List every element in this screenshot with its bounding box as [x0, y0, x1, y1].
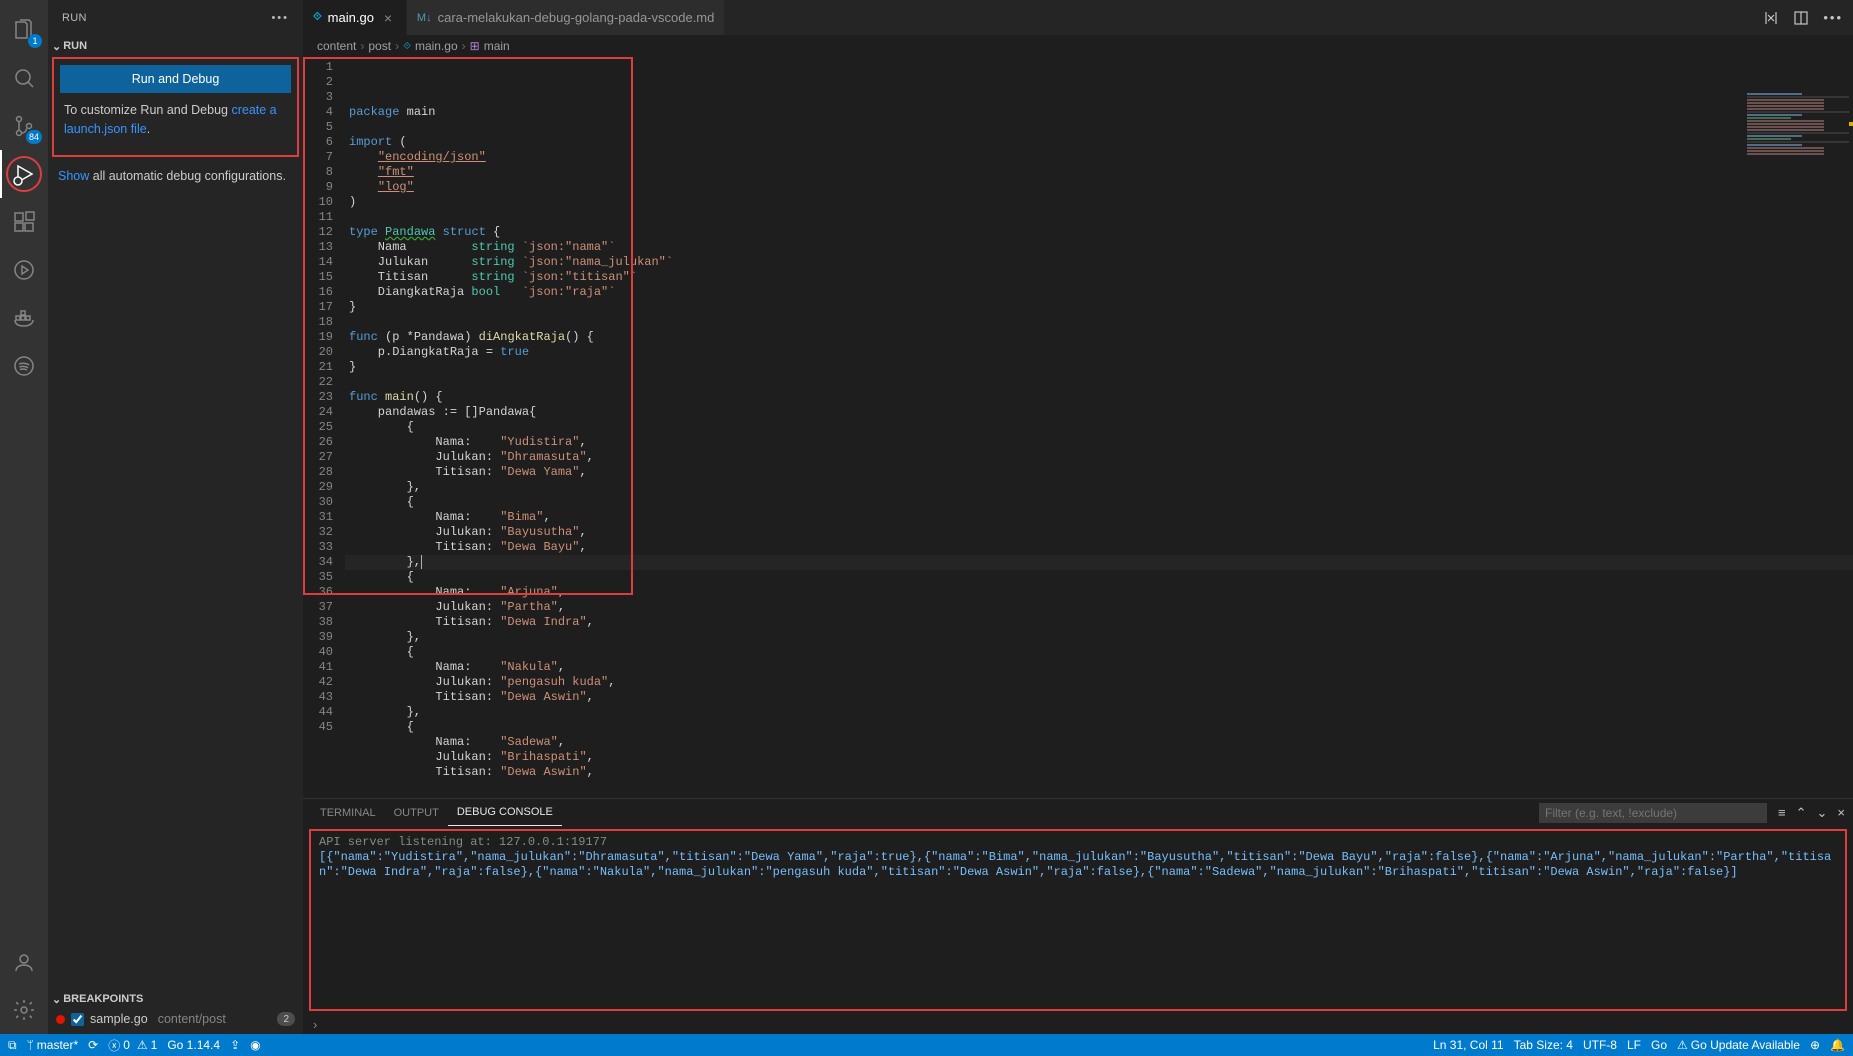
error-count: 0 — [123, 1038, 130, 1052]
bottom-panel: TERMINAL OUTPUT DEBUG CONSOLE ≡ ⌃ ⌄ × AP… — [303, 798, 1853, 1034]
tab-label: main.go — [328, 10, 374, 25]
remote-indicator[interactable]: ⧉ — [8, 1038, 17, 1053]
explorer-icon[interactable]: 1 — [0, 6, 48, 54]
close-icon[interactable]: × — [380, 10, 396, 26]
tab-markdown[interactable]: M↓ cara-melakukan-debug-golang-pada-vsco… — [407, 0, 725, 35]
breakpoint-count-badge: 2 — [277, 1012, 295, 1026]
debug-input-chevron[interactable]: › — [303, 1014, 1853, 1034]
scm-badge: 84 — [26, 130, 42, 144]
breadcrumb[interactable]: content› post› ⟐ main.go› ⊞ main — [303, 35, 1853, 57]
breakpoint-file: sample.go — [90, 1012, 148, 1026]
live-share-icon[interactable]: ⇪ — [230, 1038, 240, 1052]
breakpoint-path: content/post — [158, 1012, 226, 1026]
warning-icon: ⚠ — [1677, 1038, 1688, 1052]
breakpoint-checkbox[interactable] — [71, 1013, 84, 1026]
panel-filter-input[interactable] — [1538, 802, 1768, 824]
panel-tabs: TERMINAL OUTPUT DEBUG CONSOLE ≡ ⌃ ⌄ × — [303, 799, 1853, 826]
chevron-down-icon: ⌄ — [52, 993, 61, 1006]
feedback-icon[interactable]: ⊕ — [1810, 1038, 1820, 1052]
warning-icon: ⚠ — [137, 1038, 148, 1052]
branch-label: master* — [37, 1038, 78, 1052]
highlight-circle — [6, 156, 42, 192]
line-gutter: 1234567891011121314151617181920212223242… — [303, 57, 345, 798]
extensions-icon[interactable] — [0, 198, 48, 246]
go-version[interactable]: Go 1.14.4 — [167, 1038, 220, 1052]
customize-pre: To customize Run and Debug — [64, 103, 231, 117]
error-icon: ⓧ — [108, 1037, 120, 1054]
show-post: all automatic debug configurations. — [89, 169, 286, 183]
run-debug-icon[interactable] — [0, 150, 48, 198]
debug-server-line: API server listening at: 127.0.0.1:19177 — [319, 835, 1837, 850]
language-mode[interactable]: Go — [1651, 1038, 1667, 1052]
breadcrumb-item[interactable]: main — [484, 39, 510, 53]
breadcrumb-item[interactable]: content — [317, 39, 356, 53]
compare-icon[interactable] — [1763, 10, 1779, 26]
tab-terminal[interactable]: TERMINAL — [311, 799, 385, 826]
breakpoint-dot-icon — [56, 1015, 65, 1024]
notifications-icon[interactable]: 🔔 — [1830, 1038, 1845, 1052]
tab-debug-console[interactable]: DEBUG CONSOLE — [448, 799, 562, 826]
highlight-box-run: Run and Debug To customize Run and Debug… — [52, 57, 299, 157]
code-content[interactable]: package main import ( "encoding/json" "f… — [345, 57, 1853, 798]
breakpoints-section-label: BREAKPOINTS — [63, 993, 143, 1005]
go-update-label: Go Update Available — [1691, 1038, 1800, 1052]
sidebar-title: RUN ••• — [48, 0, 303, 35]
editor-body[interactable]: 1234567891011121314151617181920212223242… — [303, 57, 1853, 798]
run-section-header[interactable]: ⌄ RUN — [48, 35, 303, 57]
run-and-debug-button[interactable]: Run and Debug — [60, 65, 291, 93]
word-wrap-icon[interactable]: ≡ — [1778, 805, 1786, 820]
tab-size[interactable]: Tab Size: 4 — [1514, 1038, 1573, 1052]
spotify-icon[interactable] — [0, 342, 48, 390]
markdown-file-icon: M↓ — [417, 12, 432, 24]
broadcast-icon[interactable]: ◉ — [250, 1038, 260, 1052]
more-icon[interactable]: ••• — [271, 12, 289, 24]
activity-bar: 1 84 — [0, 0, 48, 1034]
chevron-down-icon: ⌄ — [52, 40, 61, 53]
warning-count: 1 — [151, 1038, 158, 1052]
collapse-icon[interactable]: ⌃ — [1796, 805, 1807, 821]
more-icon[interactable]: ••• — [1823, 10, 1843, 25]
breadcrumb-item[interactable]: main.go — [415, 39, 458, 53]
eol[interactable]: LF — [1627, 1038, 1641, 1052]
close-panel-icon[interactable]: × — [1837, 805, 1845, 820]
source-control-icon[interactable]: 84 — [0, 102, 48, 150]
breakpoint-item[interactable]: sample.go content/post 2 — [48, 1010, 303, 1028]
customize-post: . — [147, 122, 150, 136]
tab-main-go[interactable]: ⟐ main.go × — [303, 0, 407, 35]
sidebar-title-label: RUN — [62, 12, 87, 24]
cursor-position[interactable]: Ln 31, Col 11 — [1433, 1038, 1504, 1052]
status-bar: ⧉ ᛘ master* ⟳ ⓧ0 ⚠1 Go 1.14.4 ⇪ ◉ Ln 31,… — [0, 1034, 1853, 1056]
run-section-label: RUN — [63, 40, 87, 52]
tabs-row: ⟐ main.go × M↓ cara-melakukan-debug-gola… — [303, 0, 1853, 35]
test-icon[interactable] — [0, 246, 48, 294]
git-branch[interactable]: ᛘ master* — [27, 1038, 79, 1052]
docker-icon[interactable] — [0, 294, 48, 342]
sidebar: RUN ••• ⌄ RUN Run and Debug To customize… — [48, 0, 303, 1034]
encoding[interactable]: UTF-8 — [1583, 1038, 1617, 1052]
explorer-badge: 1 — [28, 34, 42, 48]
show-configs-text: Show all automatic debug configurations. — [48, 157, 303, 196]
branch-icon: ᛘ — [27, 1038, 34, 1052]
breakpoints-section-header[interactable]: ⌄ BREAKPOINTS — [48, 988, 303, 1010]
go-file-icon: ⟐ — [403, 41, 411, 52]
debug-output-line: [{"nama":"Yudistira","nama_julukan":"Dhr… — [319, 850, 1837, 880]
settings-gear-icon[interactable] — [0, 986, 48, 1034]
maximize-icon[interactable]: ⌄ — [1817, 805, 1828, 821]
split-editor-icon[interactable] — [1793, 10, 1809, 26]
customize-text: To customize Run and Debug create a laun… — [60, 93, 291, 143]
tab-label: cara-melakukan-debug-golang-pada-vscode.… — [438, 10, 715, 25]
debug-console-output[interactable]: API server listening at: 127.0.0.1:19177… — [309, 829, 1847, 1011]
account-icon[interactable] — [0, 938, 48, 986]
editor-area: ⟐ main.go × M↓ cara-melakukan-debug-gola… — [303, 0, 1853, 1034]
minimap[interactable] — [1743, 92, 1853, 252]
sync-icon[interactable]: ⟳ — [88, 1038, 98, 1052]
tab-output[interactable]: OUTPUT — [385, 799, 448, 826]
function-icon: ⊞ — [470, 39, 480, 53]
search-icon[interactable] — [0, 54, 48, 102]
show-link[interactable]: Show — [58, 169, 89, 183]
problems-indicator[interactable]: ⓧ0 ⚠1 — [108, 1037, 157, 1054]
go-file-icon: ⟐ — [313, 11, 322, 24]
breadcrumb-item[interactable]: post — [368, 39, 391, 53]
go-update[interactable]: ⚠ Go Update Available — [1677, 1038, 1800, 1052]
